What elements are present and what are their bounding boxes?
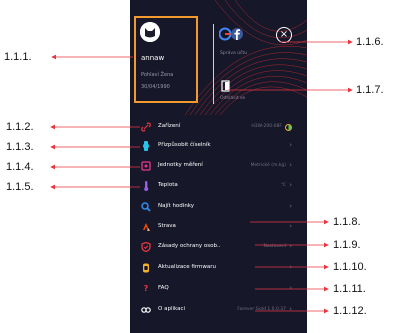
callout-1-1-1: 1.1.1. <box>4 51 32 63</box>
callout-1-1-12: 1.1.12. <box>333 305 367 317</box>
callout-1-1-6: 1.1.6. <box>356 36 384 48</box>
callout-1-1-7: 1.1.7. <box>356 84 384 96</box>
callout-1-1-8: 1.1.8. <box>333 216 361 228</box>
annotated-screenshot: annaw Pohlaví Žena 30/04/1990 Správa účt… <box>0 0 407 333</box>
callout-1-1-11: 1.1.11. <box>333 283 366 295</box>
callout-1-1-5: 1.1.5. <box>6 181 34 193</box>
callout-1-1-3: 1.1.3. <box>6 141 34 153</box>
callout-1-1-9: 1.1.9. <box>333 239 361 251</box>
callout-1-1-2: 1.1.2. <box>6 121 34 133</box>
callout-1-1-10: 1.1.10. <box>333 261 367 273</box>
callout-1-1-4: 1.1.4. <box>6 161 34 173</box>
